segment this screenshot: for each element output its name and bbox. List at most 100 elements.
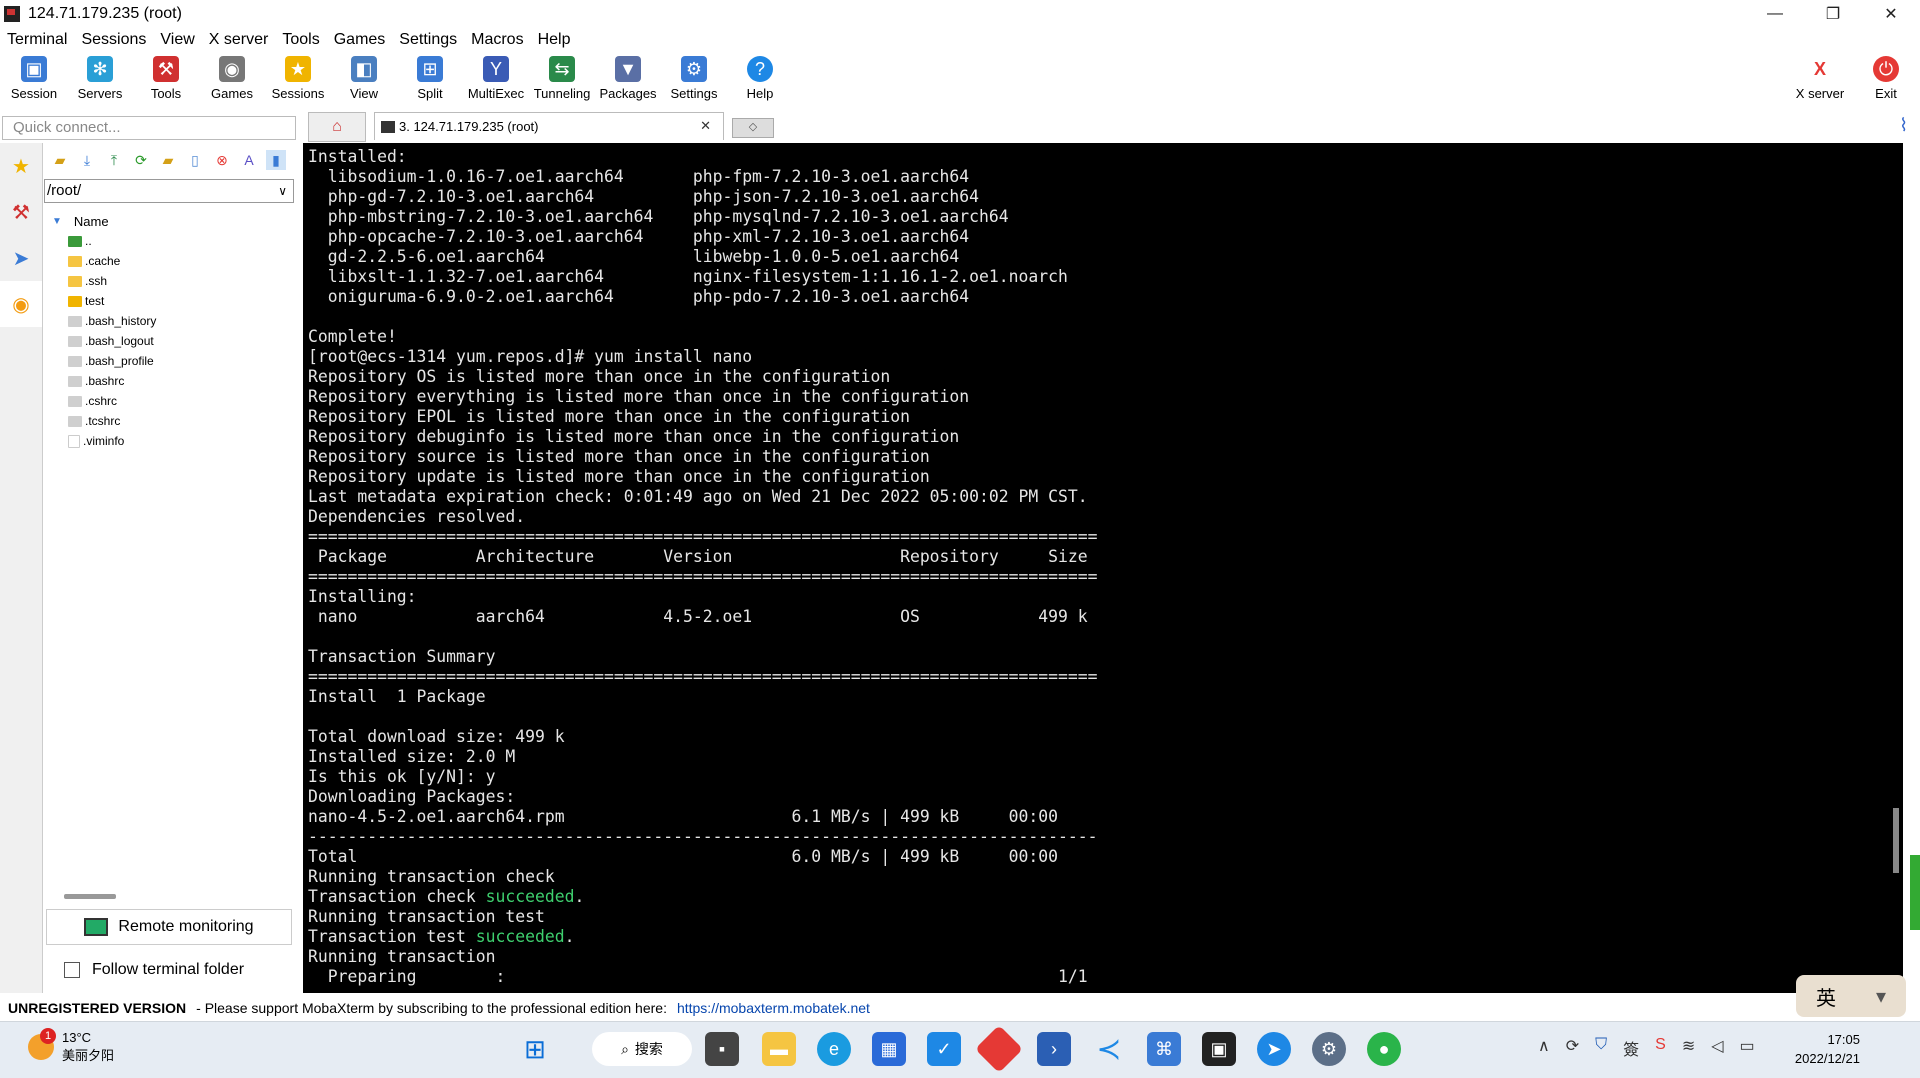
wechat-icon[interactable]: ●: [1367, 1032, 1401, 1066]
wifi-icon[interactable]: ≋: [1682, 1036, 1695, 1060]
tab-session-3[interactable]: 3. 124.71.179.235 (root) ✕: [374, 112, 724, 140]
favorites-star-icon[interactable]: ★: [0, 143, 42, 189]
session-button[interactable]: ▣ Session: [4, 54, 64, 101]
python-icon[interactable]: ⌘: [1147, 1032, 1181, 1066]
view-button[interactable]: ◧ View: [334, 54, 394, 101]
tray-glyph[interactable]: 簽: [1623, 1036, 1639, 1060]
menu-sessions[interactable]: Sessions: [74, 29, 153, 51]
ime-language[interactable]: 英: [1816, 982, 1836, 1011]
follow-terminal-folder-checkbox[interactable]: [64, 962, 80, 978]
rename-icon[interactable]: A: [239, 150, 259, 170]
file-row[interactable]: .bash_profile: [44, 351, 296, 371]
file-row[interactable]: .cshrc: [44, 391, 296, 411]
tools-rail-icon[interactable]: ⚒: [0, 189, 42, 235]
tools-button[interactable]: ⚒ Tools: [136, 54, 196, 101]
close-button[interactable]: ✕: [1862, 0, 1920, 28]
file-row[interactable]: .tcshrc: [44, 411, 296, 431]
ime-widget[interactable]: 英 ▾: [1796, 975, 1906, 1017]
mobaxterm-app-icon: [4, 6, 20, 22]
exit-button[interactable]: ⏻ Exit: [1856, 54, 1916, 101]
terminal-pane[interactable]: Installed: libsodium-1.0.16-7.oe1.aarch6…: [303, 143, 1903, 993]
todo-icon[interactable]: ✓: [927, 1032, 961, 1066]
tab-close-icon[interactable]: ✕: [700, 118, 711, 134]
sftp-rail-icon[interactable]: ◉: [0, 281, 42, 327]
powershell-icon[interactable]: ›: [1037, 1032, 1071, 1066]
menu-settings[interactable]: Settings: [392, 29, 464, 51]
file-row[interactable]: ..: [44, 231, 296, 251]
minimize-button[interactable]: —: [1746, 0, 1804, 28]
send-rail-icon[interactable]: ➤: [0, 235, 42, 281]
file-row[interactable]: .cache: [44, 251, 296, 271]
vscode-icon[interactable]: ≺: [1092, 1032, 1126, 1066]
file-row[interactable]: test: [44, 291, 296, 311]
file-list-header[interactable]: ▼ Name: [44, 211, 296, 231]
servers-button[interactable]: ✻ Servers: [70, 54, 130, 101]
task-view-icon[interactable]: ▪: [705, 1032, 739, 1066]
file-row[interactable]: .bash_history: [44, 311, 296, 331]
packages-button[interactable]: ▼ Packages: [598, 54, 658, 101]
delete-icon[interactable]: ⊗: [212, 150, 232, 170]
sync-icon[interactable]: ⟳: [1566, 1036, 1579, 1060]
settings-taskbar-icon[interactable]: ⚙: [1312, 1032, 1346, 1066]
tunneling-button[interactable]: ⇆ Tunneling: [532, 54, 592, 101]
toggle-view-icon[interactable]: ▮: [266, 150, 286, 170]
volume-icon[interactable]: ◁: [1711, 1036, 1723, 1060]
sidebar-horizontal-scrollbar[interactable]: [64, 894, 116, 899]
terminal-line: Repository EPOL is listed more than once…: [308, 407, 910, 426]
battery-icon[interactable]: ▭: [1740, 1036, 1755, 1060]
chevron-up-icon[interactable]: ∧: [1538, 1036, 1550, 1060]
quick-connect-input[interactable]: Quick connect...: [2, 116, 296, 140]
split-button[interactable]: ⊞ Split: [400, 54, 460, 101]
new-file-icon[interactable]: ▯: [185, 150, 205, 170]
attachment-icon[interactable]: ⌇: [1899, 115, 1908, 136]
maximize-button[interactable]: ❐: [1804, 0, 1862, 28]
games-button[interactable]: ◉ Games: [202, 54, 262, 101]
remote-monitoring-button[interactable]: Remote monitoring: [46, 909, 292, 945]
file-row[interactable]: .bashrc: [44, 371, 296, 391]
new-tab-button[interactable]: ◇: [732, 118, 774, 138]
mobaxterm-taskbar-icon[interactable]: ▣: [1202, 1032, 1236, 1066]
file-explorer-icon[interactable]: ▬: [762, 1032, 796, 1066]
sogou-icon[interactable]: S: [1655, 1036, 1666, 1060]
menu-help[interactable]: Help: [531, 29, 578, 51]
file-row[interactable]: .bash_logout: [44, 331, 296, 351]
multiexec-button[interactable]: Y MultiExec: [466, 54, 526, 101]
follow-terminal-folder-option[interactable]: Follow terminal folder: [64, 961, 244, 979]
mobatek-link[interactable]: https://mobaxterm.mobatek.net: [677, 1000, 870, 1016]
clock-time: 17:05: [1827, 1032, 1860, 1047]
file-row[interactable]: .ssh: [44, 271, 296, 291]
store-icon[interactable]: ▦: [872, 1032, 906, 1066]
menu-view[interactable]: View: [153, 29, 201, 51]
xserver-icon: X: [1807, 56, 1833, 82]
folder-icon: [68, 255, 82, 267]
upload-icon[interactable]: ⤒: [104, 150, 124, 170]
menu-macros[interactable]: Macros: [464, 29, 530, 51]
file-row[interactable]: .viminfo: [44, 431, 296, 451]
terminal-scrollbar[interactable]: [1893, 808, 1899, 873]
taskbar-search[interactable]: ⌕ 搜索: [592, 1032, 692, 1066]
help-button[interactable]: ? Help: [730, 54, 790, 101]
side-scroll-indicator[interactable]: [1910, 855, 1920, 930]
menu-terminal[interactable]: Terminal: [0, 29, 74, 51]
path-dropdown[interactable]: /root/ ∨: [44, 179, 294, 203]
shirt-icon[interactable]: ▾: [1876, 984, 1886, 1009]
windows-start-icon[interactable]: ⊞: [518, 1032, 552, 1066]
download-icon[interactable]: ⤓: [77, 150, 97, 170]
weather-widget[interactable]: 1 13°C 美丽夕阳: [28, 1028, 114, 1064]
home-tab[interactable]: ⌂: [308, 112, 366, 142]
refresh-icon[interactable]: ⟳: [131, 150, 151, 170]
menu-tools[interactable]: Tools: [275, 29, 326, 51]
taskbar-clock[interactable]: 17:05 2022/12/21: [1795, 1030, 1860, 1068]
menu-x-server[interactable]: X server: [202, 29, 276, 51]
app-blue-arrow-icon[interactable]: ➤: [1257, 1032, 1291, 1066]
menu-games[interactable]: Games: [327, 29, 393, 51]
edge-icon[interactable]: e: [817, 1032, 851, 1066]
terminal-line: Downloading Packages:: [308, 787, 516, 806]
new-folder-icon[interactable]: ▰: [158, 150, 178, 170]
settings-button[interactable]: ⚙ Settings: [664, 54, 724, 101]
sessions-button[interactable]: ★ Sessions: [268, 54, 328, 101]
app-red-diamond-icon[interactable]: [974, 1024, 1024, 1074]
xserver-button[interactable]: XX server: [1790, 54, 1850, 101]
folder-up-icon[interactable]: ▰: [50, 150, 70, 170]
shield-icon[interactable]: ⛉: [1595, 1036, 1607, 1060]
